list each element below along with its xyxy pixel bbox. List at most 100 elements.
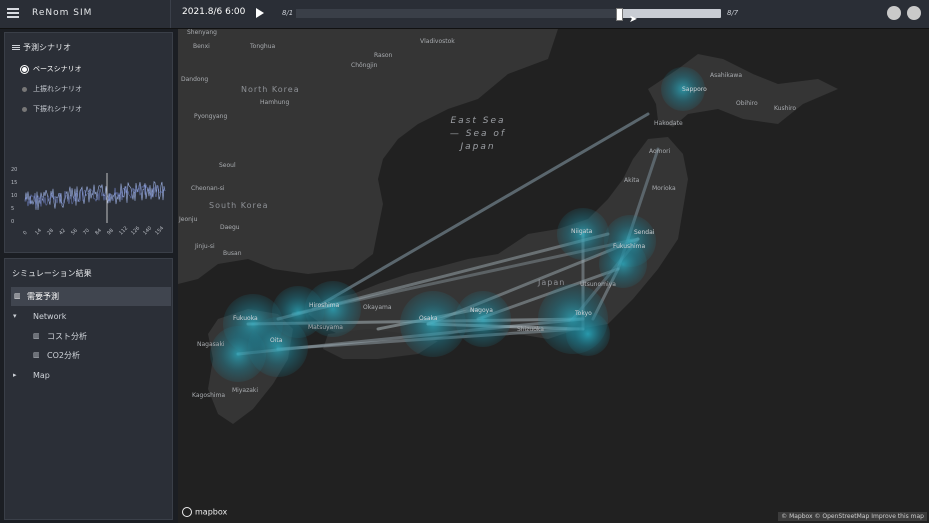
nav-item-label: コスト分析 [47,332,87,341]
map-label-niigata: Niigata [571,228,593,235]
sea-label-line: Japan [460,142,496,152]
timeline-slider[interactable] [296,8,721,21]
map-label-oita: Oita [270,337,283,344]
x-tick-label: 140 [142,225,153,236]
x-tick-label: 0 [22,230,28,236]
x-tick-label: 70 [82,228,91,237]
mouse-cursor-icon: ➤ [629,14,638,25]
map-label-osaka: Osaka [419,315,438,322]
map-label-benxi: Benxi [193,43,210,50]
map-label-dandong: Dandong [181,76,209,83]
map-label-aomori: Aomori [649,148,671,155]
app-title: ReNom SIM [32,8,93,18]
y-tick-label: 5 [11,206,14,212]
scenario-option-downside[interactable]: 下振れシナリオ [22,104,82,114]
map-label-jinju: Jinju-si [195,243,215,250]
scenario-panel-header: 予測シナリオ [12,42,71,53]
y-tick-label: 15 [11,180,17,186]
map-label-matsuyama: Matsuyama [308,324,343,331]
demand-mini-chart: 20 15 10 5 0 0 14 28 42 56 70 84 98 112 126 140 154 [11,167,166,237]
map-attribution[interactable]: © Mapbox © OpenStreetMap Improve this ma… [778,512,927,521]
list-icon [12,44,20,51]
map-label-akita: Akita [624,177,640,184]
map-view[interactable]: Shenyang Benxi Tonghua Vladivostok Rason… [178,29,929,523]
map-label-rason: Rason [374,52,393,59]
x-tick-label: 42 [58,228,67,237]
top-bar: ReNom SIM 2021.8/6 6:00 8/1 8/7 ➤ [0,0,929,29]
scenario-option-label: 上振れシナリオ [33,85,82,93]
caret-right-icon: ▸ [13,371,17,379]
x-tick-label: 28 [46,228,55,237]
results-panel-title: シミュレーション結果 [12,269,92,278]
map-label-okayama: Okayama [363,304,392,311]
x-tick-label: 56 [70,228,79,237]
nav-item-map[interactable]: ▸ Map [11,366,171,385]
nav-item-cost-analysis[interactable]: ▥ コスト分析 [31,327,171,346]
chart-icon: ▥ [14,292,21,300]
user-circle-button[interactable] [887,6,901,20]
map-label-sapporo: Sapporo [682,86,707,93]
radio-icon [22,106,27,112]
scenario-option-base[interactable]: ベースシナリオ [22,64,82,74]
results-panel: シミュレーション結果 ▥ 需要予測 ▾ Network ▥ コスト分析 ▥ CO2分析 … [4,258,173,520]
map-label-utsunomiya: Utsunomiya [580,281,616,288]
x-tick-label: 126 [130,225,141,236]
map-label-miyazaki: Miyazaki [232,387,259,394]
map-label-seoul: Seoul [219,162,236,169]
map-label-nagasaki: Nagasaki [197,341,225,348]
x-tick-label: 84 [94,228,103,237]
map-label-south-korea: South Korea [209,201,269,210]
nav-item-label: CO2分析 [47,351,80,360]
mapbox-logo-text: mapbox [195,507,228,517]
x-tick-label: 98 [106,228,115,237]
timeline-thumb[interactable] [616,8,623,21]
chart-icon: ▥ [33,332,40,340]
nav-item-label: Map [33,371,50,380]
map-label-hakodate: Hakodate [654,120,683,127]
settings-circle-button[interactable] [907,6,921,20]
timeline-end-label: 8/7 [727,9,739,17]
x-tick-label: 154 [154,225,165,236]
map-label-tokyo: Tokyo [575,310,592,317]
nav-item-label: 需要予測 [27,292,59,301]
map-label-north-korea: North Korea [241,85,300,94]
nav-item-demand-forecast[interactable]: ▥ 需要予測 [11,287,171,306]
map-label-east-sea: East Sea — Sea of Japan [443,115,513,154]
map-label-vladivostok: Vladivostok [420,38,455,45]
chart-icon: ▥ [33,351,40,359]
scenario-panel: 予測シナリオ ベースシナリオ 上振れシナリオ 下振れシナリオ 20 15 10 … [4,32,173,253]
map-label-obihiro: Obihiro [736,100,758,107]
map-label-morioka: Morioka [652,185,676,192]
menu-icon[interactable] [7,8,19,18]
nav-item-network[interactable]: ▾ Network [11,307,171,326]
map-label-japan: Japan [538,278,566,287]
map-label-hiroshima: Hiroshima [309,302,340,309]
scenario-option-label: 下振れシナリオ [33,105,82,113]
scenario-panel-title: 予測シナリオ [23,43,71,52]
scenario-option-upside[interactable]: 上振れシナリオ [22,84,82,94]
nav-item-label: Network [33,312,67,321]
radio-icon [22,86,27,92]
sea-label-line: — Sea of [449,129,507,139]
map-label-cheonan: Cheonan-si [191,185,225,192]
map-label-sendai: Sendai [634,229,655,236]
map-label-chongjin: Chŏngjin [351,62,378,69]
map-label-kushiro: Kushiro [774,105,797,112]
nav-item-co2-analysis[interactable]: ▥ CO2分析 [31,346,171,365]
map-label-busan: Busan [223,250,242,257]
scenario-option-label: ベースシナリオ [33,65,82,73]
radio-selected-icon [22,66,27,72]
y-tick-label: 0 [11,219,14,225]
map-label-shenyang: Shenyang [187,29,217,36]
play-icon[interactable] [256,8,264,18]
map-label-kagoshima: Kagoshima [192,392,226,399]
map-label-tonghua: Tonghua [250,43,276,50]
map-label-shizuoka: Shizuoka [517,326,544,333]
mapbox-logo-icon [182,507,192,517]
map-label-fukuoka: Fukuoka [233,315,258,322]
sea-label-line: East Sea [450,116,506,126]
current-datetime: 2021.8/6 6:00 [182,7,246,17]
x-tick-label: 14 [34,228,43,237]
caret-down-icon: ▾ [13,312,17,320]
mapbox-logo[interactable]: mapbox [182,507,227,517]
